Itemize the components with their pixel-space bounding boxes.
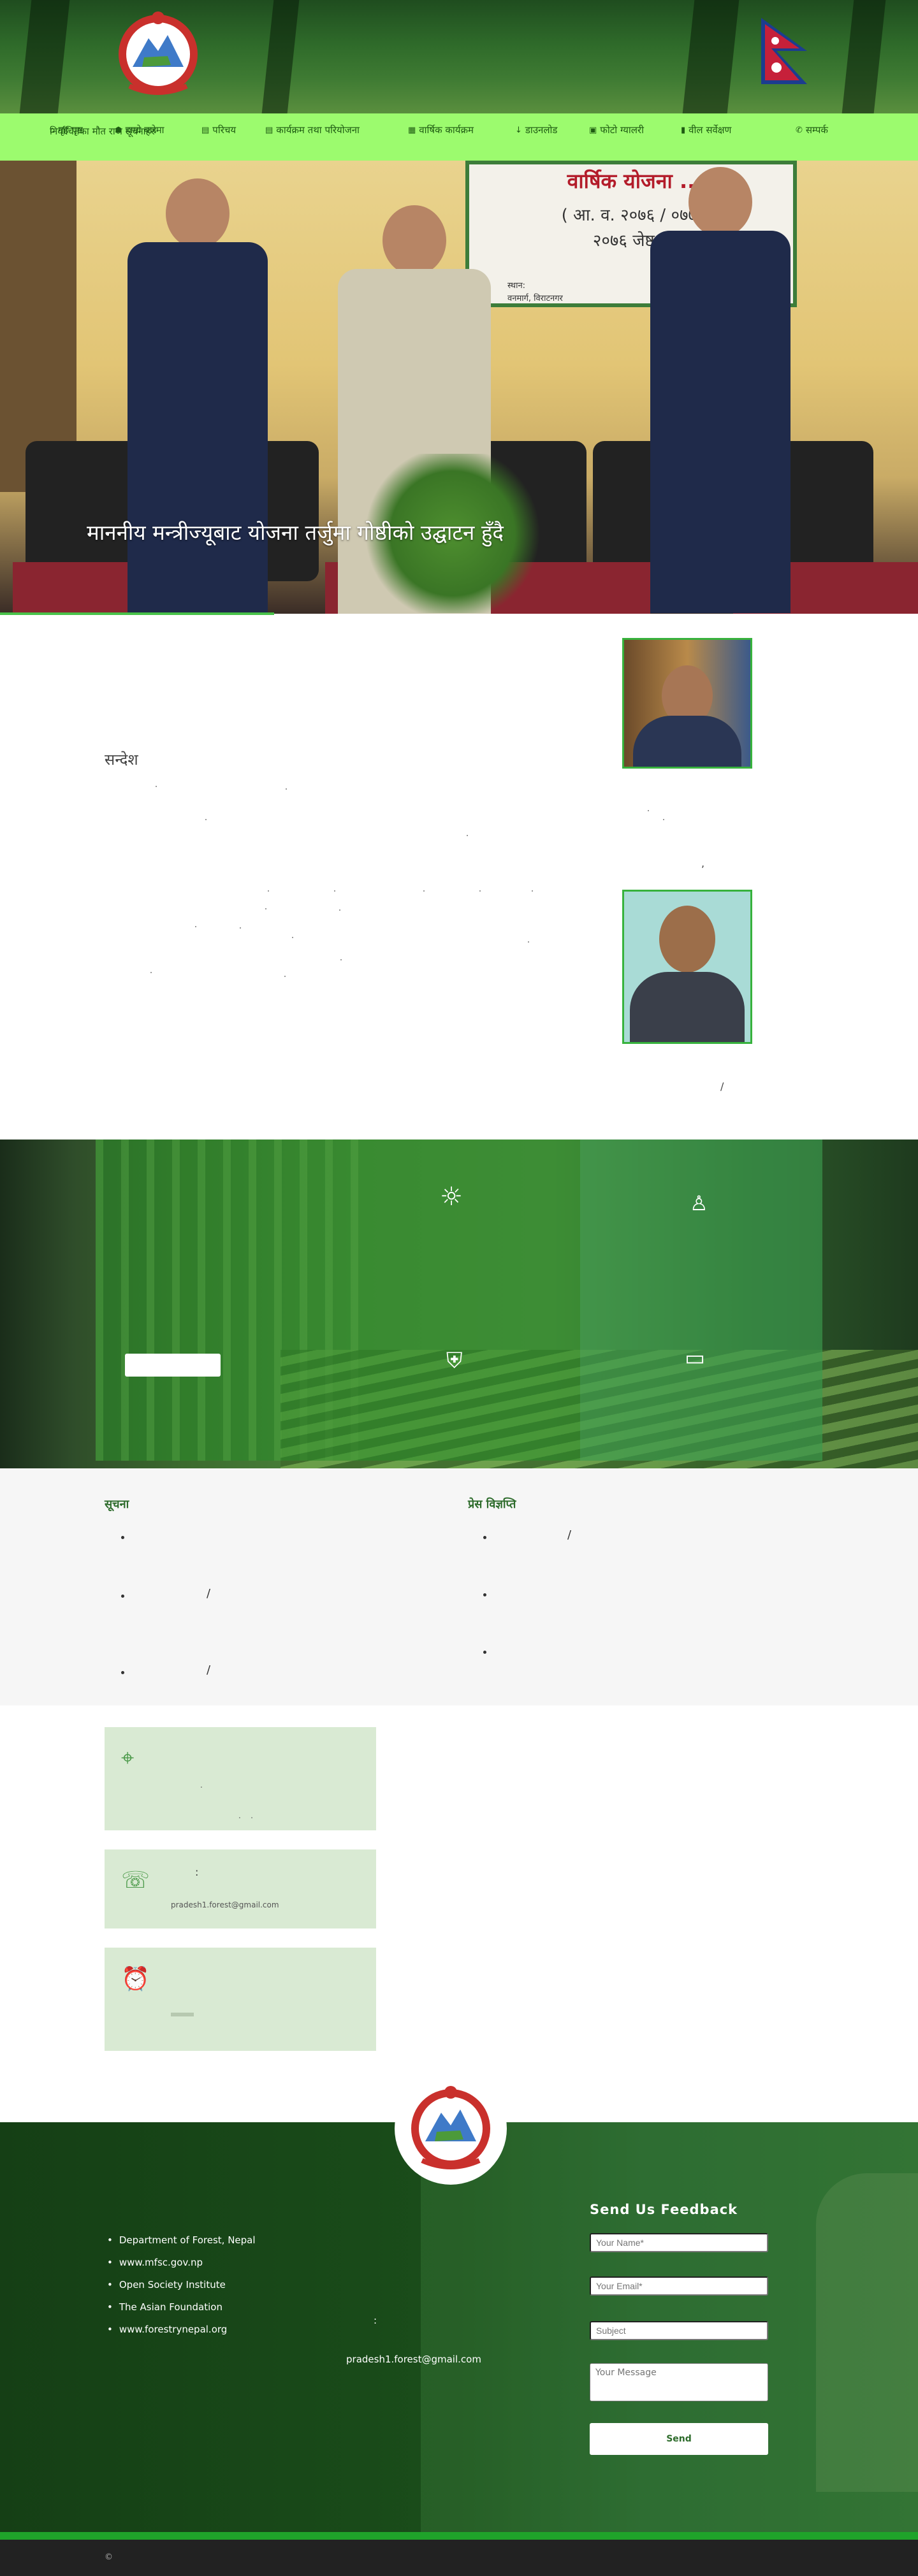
footer-link[interactable]: The Asian Foundation: [107, 2301, 222, 2313]
hours-box: ⏰: [105, 1948, 376, 2051]
calendar-icon: ▦: [408, 125, 416, 135]
tree-shadow: [682, 0, 740, 113]
suit: [630, 972, 745, 1042]
press-item[interactable]: [483, 1536, 486, 1539]
body: [127, 242, 268, 614]
farmer-icon: ♙: [690, 1191, 708, 1215]
head: [688, 167, 752, 237]
nav-survey[interactable]: ▮ वील सर्वेक्षण: [681, 122, 731, 138]
address-box: ⌖ . . .: [105, 1727, 376, 1830]
head: [166, 178, 229, 249]
footer-logo[interactable]: [395, 2073, 507, 2185]
suit: [633, 716, 741, 767]
nav-subtitle: निर्वाचितका मौत राज सूचनाहरु: [50, 126, 157, 137]
footer-link[interactable]: Department of Forest, Nepal: [107, 2234, 256, 2246]
phone-box: ☏ : pradesh1.forest@gmail.com: [105, 1849, 376, 1928]
download-icon: ↓: [515, 125, 522, 135]
feedback-name-input[interactable]: [590, 2233, 768, 2252]
nav-intro[interactable]: ▤ परिचय: [201, 122, 236, 138]
phone-icon: ✆: [796, 125, 803, 135]
feedback-email-input[interactable]: [590, 2276, 768, 2296]
footer-divider: [0, 2532, 918, 2540]
hand-plant-icon: ☼: [440, 1182, 463, 1212]
secretary-photo: [622, 890, 752, 1044]
read-more-button[interactable]: [125, 1354, 221, 1377]
footer-link[interactable]: Open Society Institute: [107, 2279, 226, 2290]
nav-download[interactable]: ↓ डाउनलोड: [515, 122, 557, 138]
map-icon: ⌖: [121, 1745, 135, 1771]
head: [382, 205, 446, 275]
info-panel: [580, 1140, 822, 1461]
person-right: [638, 161, 803, 614]
copyright-text: ©: [105, 2552, 113, 2562]
press-title: प्रेस विज्ञप्ति: [468, 1498, 516, 1511]
nepal-flag-icon: [761, 18, 807, 84]
shield-icon: ⛨: [446, 1348, 463, 1373]
press-item[interactable]: [483, 1593, 486, 1596]
news-section: सूचना प्रेस विज्ञप्ति / / /: [0, 1468, 918, 1705]
colon-mark: :: [374, 2315, 377, 2326]
nav-contact[interactable]: ✆ सम्पर्क: [796, 122, 828, 138]
faint-text: .: [200, 1781, 203, 1790]
photo-icon: ▣: [589, 125, 597, 135]
feedback-title: Send Us Feedback: [590, 2202, 738, 2217]
info-icon: ▮: [681, 125, 686, 135]
colon-mark: :: [195, 1866, 199, 1878]
notice-item[interactable]: [121, 1595, 124, 1598]
copyright-bar: ©: [0, 2540, 918, 2576]
send-button[interactable]: Send: [590, 2423, 768, 2455]
book-icon: ▤: [201, 125, 210, 135]
site-header: [0, 0, 918, 113]
face: [659, 906, 715, 973]
tree-shadow: [841, 0, 886, 113]
slash-mark: /: [567, 1528, 572, 1542]
tree-shadow: [19, 0, 70, 113]
message-title: सन्देश: [105, 751, 138, 769]
nav-annual[interactable]: ▦ वार्षिक कार्यक्रम: [408, 122, 474, 138]
nepal-government-emblem-icon: [411, 2086, 490, 2169]
forest-banner: ☼ ♙ ⛨ ▭: [0, 1140, 918, 1468]
contact-email[interactable]: pradesh1.forest@gmail.com: [171, 1900, 279, 1909]
minister-photo: [622, 638, 752, 769]
comma-mark: ,: [701, 857, 705, 869]
press-item[interactable]: [483, 1651, 486, 1654]
notice-item[interactable]: [121, 1536, 124, 1539]
tree-shadow: [261, 0, 300, 113]
notice-title: सूचना: [105, 1498, 129, 1511]
clock-icon: ⏰: [121, 1966, 150, 1992]
faint-text: [171, 2013, 194, 2016]
footer-email[interactable]: pradesh1.forest@gmail.com: [346, 2354, 481, 2365]
feedback-subject-input[interactable]: [590, 2321, 768, 2340]
phone-icon: ☏: [121, 1867, 150, 1893]
footer-link[interactable]: www.forestrynepal.org: [107, 2324, 227, 2335]
nav-gallery[interactable]: ▣ फोटो ग्यालरी: [589, 122, 644, 138]
document-icon: ▤: [265, 125, 273, 135]
hero-slider[interactable]: वार्षिक योजना ... ( आ. व. २०७६ / ०७७ ) २…: [0, 161, 918, 614]
wallet-icon: ▭: [685, 1345, 706, 1371]
hero-caption: माननीय मन्त्रीज्यूबाट योजना तर्जुमा गोष्…: [87, 520, 504, 545]
body: [650, 231, 790, 613]
message-section: सन्देश , /: [0, 615, 918, 1140]
footer-link[interactable]: www.mfsc.gov.np: [107, 2257, 203, 2268]
notice-item[interactable]: [121, 1671, 124, 1674]
slash-mark: /: [207, 1663, 211, 1677]
footer-person-silhouette: [816, 2173, 918, 2492]
slash-mark: /: [720, 1080, 724, 1092]
faint-text: . .: [238, 1811, 253, 1820]
nav-programs[interactable]: ▤ कार्यक्रम तथा परियोजना: [265, 122, 360, 138]
feedback-message-input[interactable]: [590, 2363, 768, 2401]
slash-mark: /: [207, 1587, 211, 1600]
nepal-government-emblem-icon[interactable]: [107, 6, 209, 102]
